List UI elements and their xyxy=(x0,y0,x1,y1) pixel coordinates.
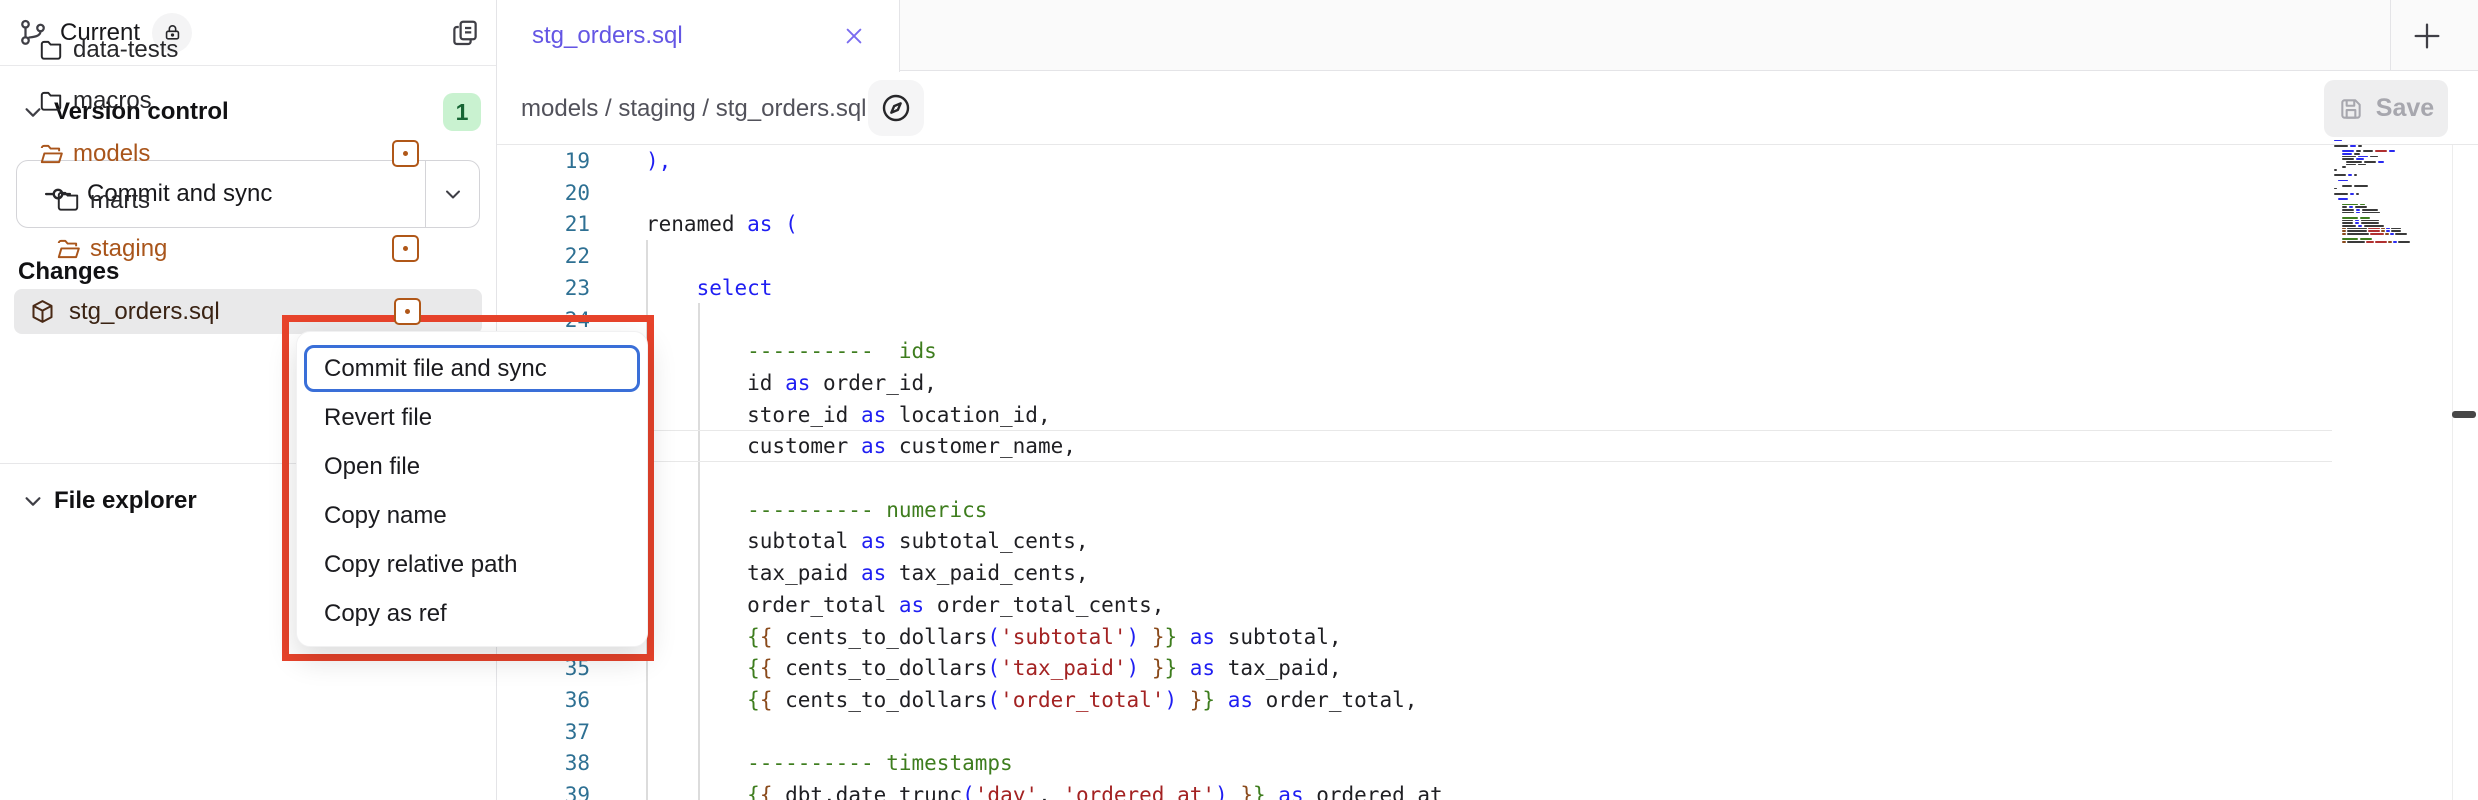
code-text: ), xyxy=(646,149,671,173)
line-number: 38 xyxy=(498,751,611,775)
folder-name: models xyxy=(73,140,150,168)
modified-folder-badge xyxy=(392,235,419,262)
folder-name: data-tests xyxy=(73,36,178,64)
breadcrumb: models / staging / stg_orders.sql xyxy=(521,95,867,123)
tab-title: stg_orders.sql xyxy=(532,22,683,50)
file-explorer-title: File explorer xyxy=(54,487,197,515)
compass-icon xyxy=(880,92,912,124)
code-line-35[interactable]: 35 {{ cents_to_dollars('tax_paid') }} as… xyxy=(498,652,2332,684)
code-text: {{ cents_to_dollars('tax_paid') }} as ta… xyxy=(646,656,1342,680)
code-text: order_total as order_total_cents, xyxy=(646,593,1164,617)
editor-tab-bar: stg_orders.sql xyxy=(497,0,2478,71)
scrollbar-thumb[interactable] xyxy=(2452,411,2476,418)
menu-item-commit-file-and-sync[interactable]: Commit file and sync xyxy=(297,344,647,393)
editor-minimap[interactable] xyxy=(2334,139,2452,245)
save-button[interactable]: Save xyxy=(2324,80,2448,137)
folder-icon xyxy=(38,88,64,114)
code-text: id as order_id, xyxy=(646,371,937,395)
sidebar-item-data-tests[interactable]: data-tests xyxy=(0,25,496,75)
code-line-27[interactable]: 27 store_id as location_id, xyxy=(498,399,2332,431)
code-text: tax_paid as tax_paid_cents, xyxy=(646,561,1089,585)
code-line-34[interactable]: 34 {{ cents_to_dollars('subtotal') }} as… xyxy=(498,621,2332,653)
file-context-menu: Commit file and syncRevert fileOpen file… xyxy=(296,331,648,647)
folder-name: marts xyxy=(90,187,150,215)
code-line-29[interactable]: 29 xyxy=(498,462,2332,494)
code-line-38[interactable]: 38 ---------- timestamps xyxy=(498,747,2332,779)
file-header-row: models / staging / stg_orders.sql Save xyxy=(497,72,2478,145)
line-number: 20 xyxy=(498,181,611,205)
code-line-36[interactable]: 36 {{ cents_to_dollars('order_total') }}… xyxy=(498,684,2332,716)
save-disk-icon xyxy=(2338,96,2364,122)
code-line-20[interactable]: 20 xyxy=(498,177,2332,209)
close-tab-icon[interactable] xyxy=(843,25,865,47)
line-number: 23 xyxy=(498,276,611,300)
code-text: {{ dbt.date_trunc('day', 'ordered_at') }… xyxy=(646,783,1443,800)
folder-open-icon xyxy=(55,236,81,262)
folder-name: macros xyxy=(73,87,152,115)
modified-file-badge xyxy=(394,298,421,325)
folder-icon xyxy=(55,188,81,214)
code-text: ---------- ids xyxy=(646,339,937,363)
code-text: renamed as ( xyxy=(646,212,798,236)
code-line-23[interactable]: 23 select xyxy=(498,272,2332,304)
code-line-26[interactable]: 26 id as order_id, xyxy=(498,367,2332,399)
line-number: 37 xyxy=(498,720,611,744)
code-line-32[interactable]: 32 tax_paid as tax_paid_cents, xyxy=(498,557,2332,589)
code-line-37[interactable]: 37 xyxy=(498,716,2332,748)
code-editor[interactable]: 19),2021renamed as (2223 select2425 ----… xyxy=(498,145,2478,800)
line-number: 19 xyxy=(498,149,611,173)
tab-bar-separator xyxy=(2390,0,2391,71)
folder-name: staging xyxy=(90,235,167,263)
line-number: 22 xyxy=(498,244,611,268)
sidebar-item-staging[interactable]: staging xyxy=(0,224,496,274)
new-tab-button[interactable] xyxy=(2409,18,2445,54)
line-number: 21 xyxy=(498,212,611,236)
chevron-down-icon xyxy=(22,490,44,512)
code-line-39[interactable]: 39 {{ dbt.date_trunc('day', 'ordered_at'… xyxy=(498,779,2332,800)
model-cube-icon xyxy=(29,298,56,325)
sidebar-item-marts[interactable]: marts xyxy=(0,176,496,226)
code-line-25[interactable]: 25 ---------- ids xyxy=(498,335,2332,367)
code-line-22[interactable]: 22 xyxy=(498,240,2332,272)
folder-open-icon xyxy=(38,141,64,167)
sidebar-item-models[interactable]: models xyxy=(0,129,496,179)
changed-file-name: stg_orders.sql xyxy=(69,298,220,326)
menu-item-copy-name[interactable]: Copy name xyxy=(297,491,647,540)
code-line-21[interactable]: 21 renamed as ( xyxy=(498,208,2332,240)
code-text: ---------- timestamps xyxy=(646,751,1013,775)
code-text: store_id as location_id, xyxy=(646,403,1051,427)
code-text: select xyxy=(646,276,772,300)
line-number: 39 xyxy=(498,783,611,800)
code-line-24[interactable]: 24 xyxy=(498,304,2332,336)
code-text: customer as customer_name, xyxy=(646,434,1076,458)
code-line-28[interactable]: 28 customer as customer_name, xyxy=(498,430,2332,462)
focus-ring xyxy=(304,345,640,392)
open-in-lineage-button[interactable] xyxy=(868,80,924,136)
menu-item-open-file[interactable]: Open file xyxy=(297,442,647,491)
line-number: 36 xyxy=(498,688,611,712)
menu-item-copy-relative-path[interactable]: Copy relative path xyxy=(297,540,647,589)
code-line-30[interactable]: 30 ---------- numerics xyxy=(498,494,2332,526)
code-line-33[interactable]: 33 order_total as order_total_cents, xyxy=(498,589,2332,621)
minimap-line xyxy=(2334,241,2452,244)
code-text: ---------- numerics xyxy=(646,498,987,522)
code-line-19[interactable]: 19), xyxy=(498,145,2332,177)
tab-stg-orders[interactable]: stg_orders.sql xyxy=(497,0,900,72)
code-text: {{ cents_to_dollars('subtotal') }} as su… xyxy=(646,625,1342,649)
sidebar-item-macros[interactable]: macros xyxy=(0,76,496,126)
dbt-ide-window: Current Version control 1 Commit and syn… xyxy=(0,0,2478,800)
folder-icon xyxy=(38,37,64,63)
menu-item-revert-file[interactable]: Revert file xyxy=(297,393,647,442)
menu-item-copy-as-ref[interactable]: Copy as ref xyxy=(297,589,647,638)
code-line-31[interactable]: 31 subtotal as subtotal_cents, xyxy=(498,525,2332,557)
code-text: {{ cents_to_dollars('order_total') }} as… xyxy=(646,688,1417,712)
code-text: subtotal as subtotal_cents, xyxy=(646,529,1089,553)
plus-icon xyxy=(2410,19,2444,53)
modified-folder-badge xyxy=(392,140,419,167)
save-label: Save xyxy=(2376,94,2434,123)
scrollbar-track xyxy=(2452,145,2453,800)
